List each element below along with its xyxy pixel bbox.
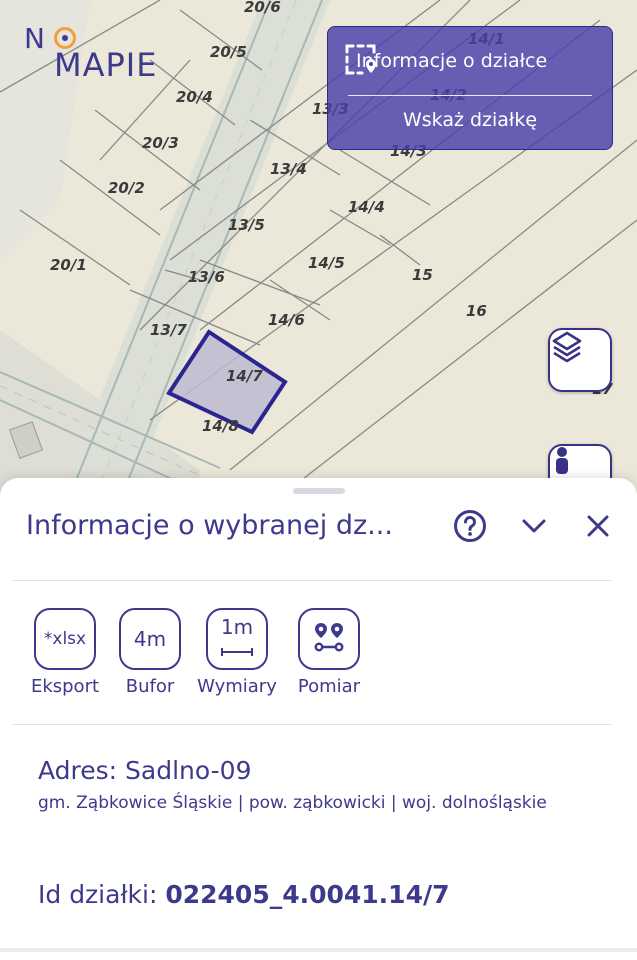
measure-button[interactable] — [298, 608, 360, 670]
plot-label-20-5: 20/5 — [210, 43, 247, 61]
plot-info-label: Informacje o działce — [356, 50, 548, 72]
info-panel-divider — [348, 95, 592, 96]
plot-label-14-4: 14/4 — [348, 198, 385, 216]
buffer-icon-text: 4m — [133, 627, 167, 651]
plot-label-13-5: 13/5 — [228, 216, 265, 234]
plot-label-13-7: 13/7 — [150, 321, 187, 339]
header-divider — [12, 580, 612, 581]
dimensions-label: Wymiary — [197, 676, 277, 697]
close-button[interactable] — [578, 508, 618, 548]
parcel-id-value: 022405_4.0041.14/7 — [165, 880, 450, 909]
buffer-label: Bufor — [125, 676, 175, 697]
map-view[interactable]: 20/620/520/420/320/220/113/313/413/513/6… — [0, 0, 637, 520]
measure-tool[interactable]: Pomiar — [290, 608, 368, 697]
layers-button[interactable] — [548, 328, 612, 392]
buffer-button[interactable]: 4m — [119, 608, 181, 670]
help-icon — [453, 509, 487, 547]
plot-label-20-3: 20/3 — [142, 134, 179, 152]
help-button[interactable] — [450, 508, 490, 548]
plot-label-20-6: 20/6 — [244, 0, 281, 16]
dimensions-tool[interactable]: 1m Wymiary — [192, 608, 282, 697]
export-tool[interactable]: *xlsx Eksport — [26, 608, 104, 697]
dimensions-button[interactable]: 1m — [206, 608, 268, 670]
logo-no-text: N — [24, 22, 46, 55]
sheet-drag-handle[interactable] — [293, 488, 345, 494]
plot-label-20-4: 20/4 — [176, 88, 213, 106]
plot-label-14-7: 14/7 — [226, 367, 263, 385]
plot-info-panel[interactable]: Informacje o działce Wskaż działkę — [327, 26, 613, 150]
bottom-bar — [0, 948, 637, 952]
route-icon — [312, 620, 346, 659]
address-details: gm. Ząbkowice Śląskie | pow. ząbkowicki … — [38, 793, 547, 813]
plot-details-sheet: Informacje o wybranej dz... *xlsx Ekspor… — [0, 478, 637, 960]
export-icon-text: *xlsx — [43, 629, 87, 649]
export-button[interactable]: *xlsx — [34, 608, 96, 670]
ruler-icon — [220, 637, 254, 661]
plot-label-14-6: 14/6 — [268, 311, 305, 329]
plot-label-13-4: 13/4 — [270, 160, 307, 178]
plot-label-20-2: 20/2 — [108, 179, 145, 197]
dimensions-icon-text: 1m — [220, 615, 254, 639]
measure-label: Pomiar — [297, 676, 361, 697]
plot-label-20-1: 20/1 — [50, 256, 87, 274]
buffer-tool[interactable]: 4m Bufor — [114, 608, 186, 697]
address-title: Adres: Sadlno-09 — [38, 756, 252, 785]
plot-label-15: 15 — [412, 266, 433, 284]
plot-label-14-8: 14/8 — [202, 417, 239, 435]
tools-divider — [12, 724, 612, 725]
plot-label-16: 16 — [466, 302, 487, 320]
plot-info-button[interactable]: Informacje o działce — [344, 43, 602, 79]
sheet-title: Informacje o wybranej dz... — [26, 510, 393, 541]
logo-mapie-text: MAPIE — [54, 46, 158, 84]
parcel-id-label: Id działki: — [38, 880, 166, 909]
parcel-id: Id działki: 022405_4.0041.14/7 — [38, 880, 450, 909]
export-label: Eksport — [30, 676, 100, 697]
app-logo: N MAPIE — [24, 22, 174, 84]
select-plot-button[interactable]: Wskaż działkę — [328, 109, 612, 131]
plot-label-14-5: 14/5 — [308, 254, 345, 272]
close-icon — [586, 514, 610, 542]
collapse-button[interactable] — [514, 508, 554, 548]
plot-label-13-6: 13/6 — [188, 268, 225, 286]
chevron-down-icon — [521, 518, 547, 538]
